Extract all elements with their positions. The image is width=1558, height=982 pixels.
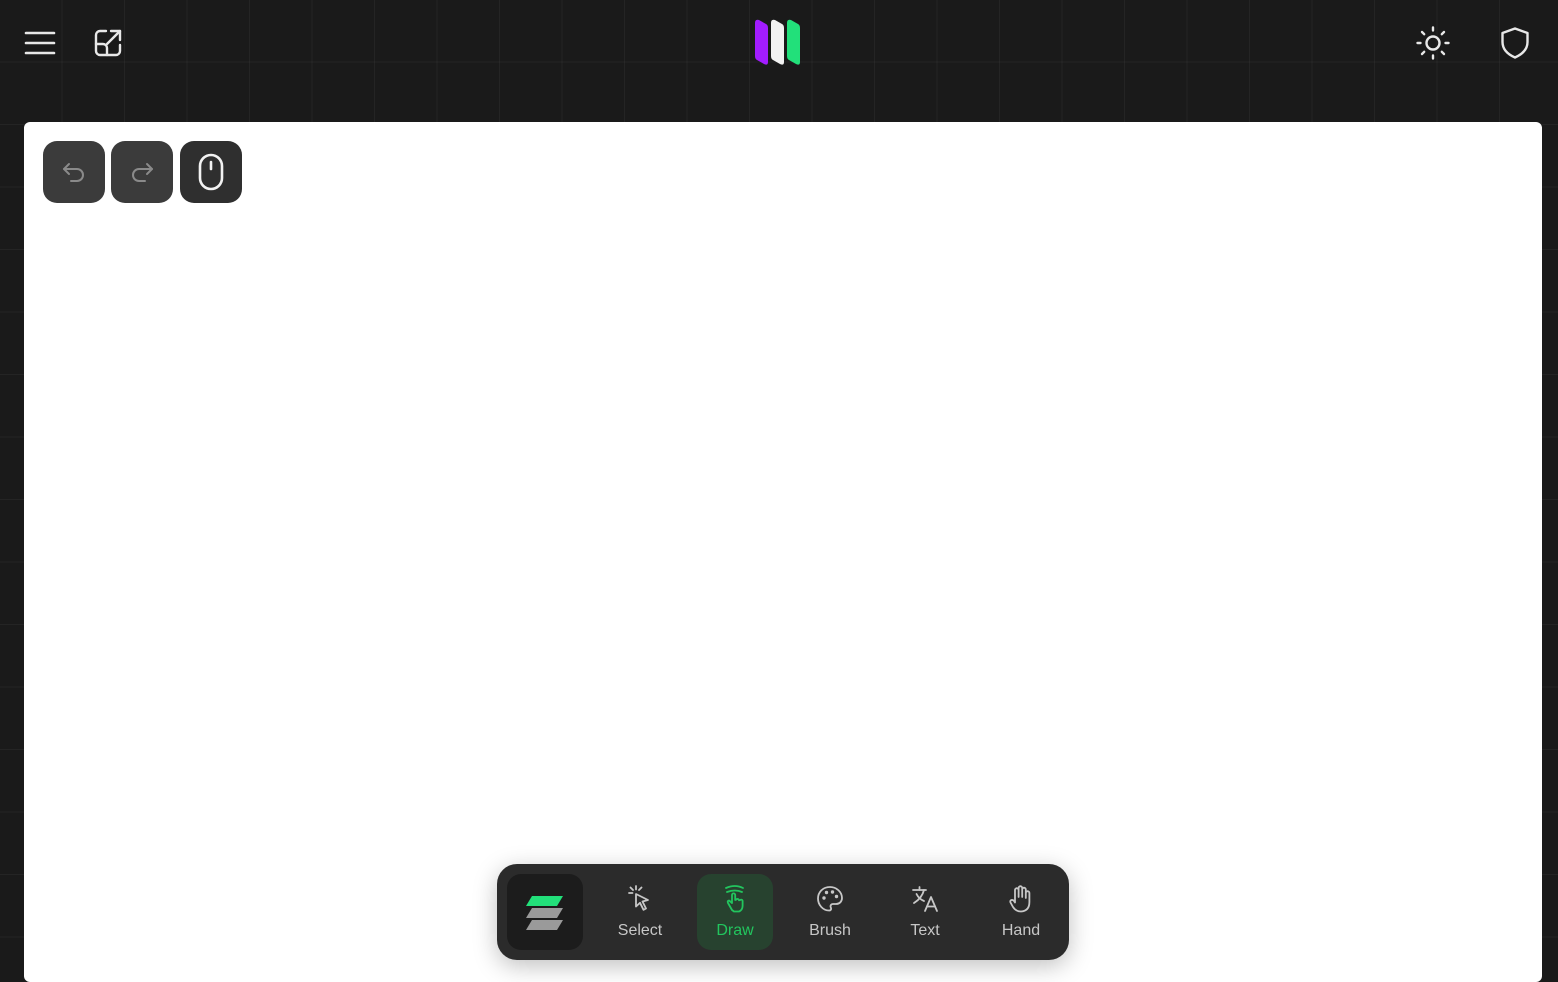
menu-button[interactable] <box>18 22 62 64</box>
export-button[interactable] <box>86 22 130 64</box>
external-link-icon <box>94 29 122 57</box>
drawing-canvas[interactable] <box>24 122 1542 982</box>
app-logo-icon <box>755 19 800 65</box>
sun-icon <box>1416 26 1450 60</box>
privacy-button[interactable] <box>1492 22 1538 64</box>
draw-tool-label: Draw <box>716 922 754 939</box>
redo-button[interactable] <box>111 141 173 203</box>
undo-button[interactable] <box>43 141 105 203</box>
brush-tool-label: Brush <box>809 922 851 939</box>
draw-tool-button[interactable]: Draw <box>697 874 773 950</box>
app-logo[interactable] <box>748 16 806 70</box>
tool-bar: Select Draw Brush Text Hand <box>497 864 1069 960</box>
mouse-icon <box>198 153 224 191</box>
text-tool-label: Text <box>910 922 940 939</box>
hamburger-menu-icon <box>24 31 56 55</box>
layers-tool-button[interactable] <box>507 874 583 950</box>
palette-icon <box>817 886 843 912</box>
theme-toggle-button[interactable] <box>1410 22 1456 64</box>
translate-icon <box>912 886 938 912</box>
hand-tool-label: Hand <box>1001 922 1041 939</box>
hand-icon <box>1009 885 1031 913</box>
pointer-click-icon <box>628 885 649 911</box>
select-tool-label: Select <box>617 922 663 939</box>
select-tool-button[interactable]: Select <box>602 874 678 950</box>
top-bar <box>0 0 1558 110</box>
mouse-mode-button[interactable] <box>180 141 242 203</box>
finger-draw-icon <box>725 885 744 913</box>
hand-tool-button[interactable]: Hand <box>983 874 1059 950</box>
text-tool-button[interactable]: Text <box>887 874 963 950</box>
brush-tool-button[interactable]: Brush <box>792 874 868 950</box>
undo-icon <box>63 163 84 182</box>
redo-icon <box>132 163 153 182</box>
layers-icon <box>526 896 563 930</box>
shield-icon <box>1501 27 1529 59</box>
